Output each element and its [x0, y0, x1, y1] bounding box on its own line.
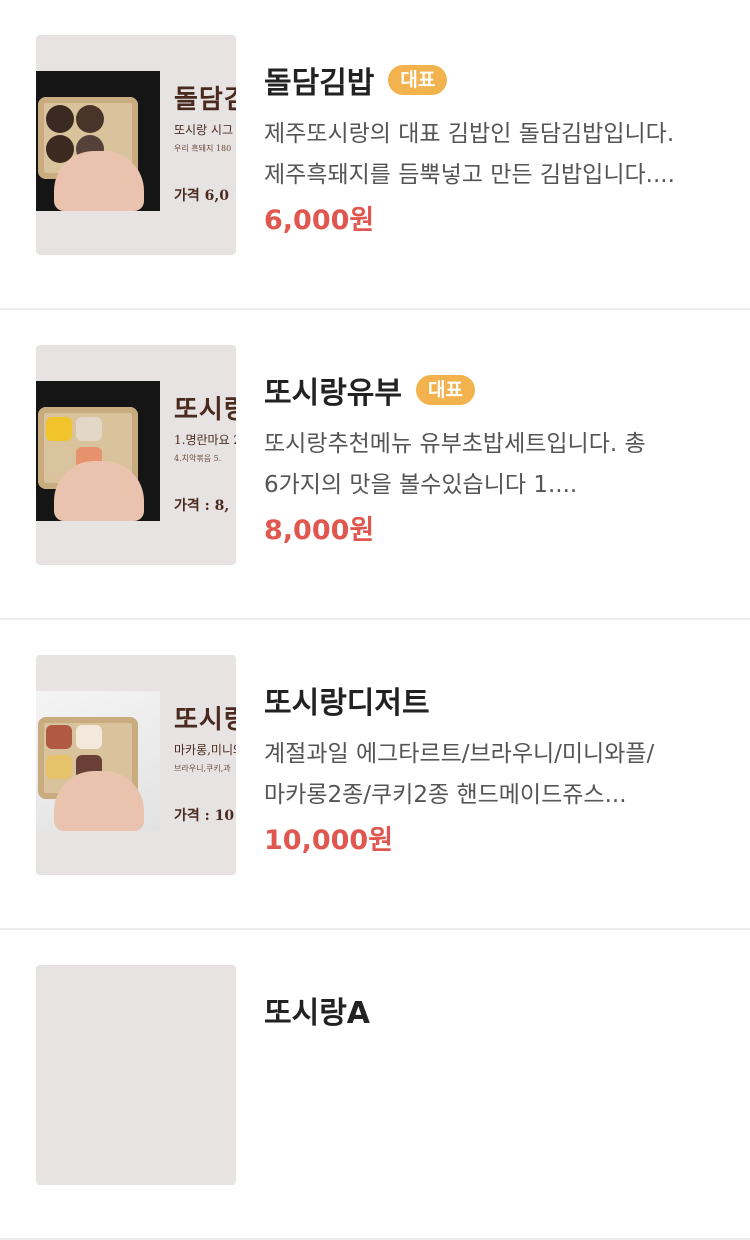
representative-badge: 대표 [416, 375, 475, 405]
thumbnail-price-text: 가격 : 10 [174, 808, 235, 824]
thumbnail-title-text: 또시랑 [174, 395, 236, 425]
menu-item-dolldam-gimbap[interactable]: 돌담김 또시랑 시그 우리 흑돼지 180 가격 6,0 돌담김밥 대표 제주또… [0, 0, 750, 310]
description-line: 또시랑추천메뉴 유부초밥세트입니다. 총 [264, 431, 646, 457]
menu-item-price: 10,000원 [264, 825, 394, 856]
menu-thumbnail: 또시랑 1.명란마요 2. 4.치악볶음 5. 가격 : 8, [36, 345, 236, 565]
menu-item-description: 계절과일 에그타르트/브라우니/미니와플/ 마카롱2종/쿠키2종 핸드메이드쥬스… [264, 734, 724, 816]
menu-thumbnail: 돌담김 또시랑 시그 우리 흑돼지 180 가격 6,0 [36, 35, 236, 255]
thumbnail-price-text: 가격 : 8, [174, 498, 230, 514]
menu-item-content: 또시랑A [264, 990, 724, 1031]
food-photo [36, 71, 160, 211]
menu-item-ttosirang-dessert[interactable]: 또시랑 마카롱,미니와 브라우니,쿠키,과 가격 : 10 또시랑디저트 계절과… [0, 620, 750, 930]
thumbnail-subtitle-text: 1.명란마요 2. [174, 433, 236, 447]
description-line: 계절과일 에그타르트/브라우니/미니와플/ [264, 741, 655, 767]
description-line: 제주흑돼지를 듬뿍넣고 만든 김밥입니다.... [264, 162, 675, 188]
thumbnail-detail-text: 브라우니,쿠키,과 [174, 764, 231, 773]
menu-list: 돌담김 또시랑 시그 우리 흑돼지 180 가격 6,0 돌담김밥 대표 제주또… [0, 0, 750, 1240]
menu-item-description: 제주또시랑의 대표 김밥인 돌담김밥입니다. 제주흑돼지를 듬뿍넣고 만든 김밥… [264, 114, 724, 196]
menu-item-content: 또시랑유부 대표 또시랑추천메뉴 유부초밥세트입니다. 총 6가지의 맛을 볼수… [264, 370, 724, 547]
representative-badge: 대표 [388, 65, 448, 95]
menu-item-content: 돌담김밥 대표 제주또시랑의 대표 김밥인 돌담김밥입니다. 제주흑돼지를 듬뿍… [264, 60, 724, 237]
menu-item-description: 또시랑추천메뉴 유부초밥세트입니다. 총 6가지의 맛을 볼수있습니다 1...… [264, 424, 724, 506]
food-photo [36, 691, 160, 831]
thumbnail-detail-text: 4.치악볶음 5. [174, 454, 222, 463]
menu-item-ttosirang-yubu[interactable]: 또시랑 1.명란마요 2. 4.치악볶음 5. 가격 : 8, 또시랑유부 대표… [0, 310, 750, 620]
menu-item-name: 또시랑A [264, 996, 371, 1031]
menu-item-content: 또시랑디저트 계절과일 에그타르트/브라우니/미니와플/ 마카롱2종/쿠키2종 … [264, 680, 724, 857]
food-photo [36, 381, 160, 521]
menu-item-name: 또시랑디저트 [264, 686, 430, 721]
menu-item-name: 돌담김밥 [264, 66, 375, 101]
description-line: 6가지의 맛을 볼수있습니다 1.... [264, 472, 578, 498]
menu-item-price: 6,000원 [264, 205, 375, 236]
menu-thumbnail: 또시랑 마카롱,미니와 브라우니,쿠키,과 가격 : 10 [36, 655, 236, 875]
thumbnail-title-text: 돌담김 [174, 85, 236, 115]
thumbnail-subtitle-text: 마카롱,미니와 [174, 743, 236, 757]
thumbnail-title-text: 또시랑 [174, 705, 236, 735]
description-line: 제주또시랑의 대표 김밥인 돌담김밥입니다. [264, 121, 675, 147]
menu-item-name: 또시랑유부 [264, 376, 402, 411]
description-line: 마카롱2종/쿠키2종 핸드메이드쥬스... [264, 782, 627, 808]
thumbnail-detail-text: 우리 흑돼지 180 [174, 144, 232, 153]
thumbnail-subtitle-text: 또시랑 시그 [174, 123, 234, 137]
menu-item-ttosirang-a[interactable]: 또시랑A [0, 930, 750, 1240]
menu-thumbnail [36, 965, 236, 1185]
thumbnail-price-text: 가격 6,0 [174, 188, 229, 204]
menu-item-price: 8,000원 [264, 515, 375, 546]
